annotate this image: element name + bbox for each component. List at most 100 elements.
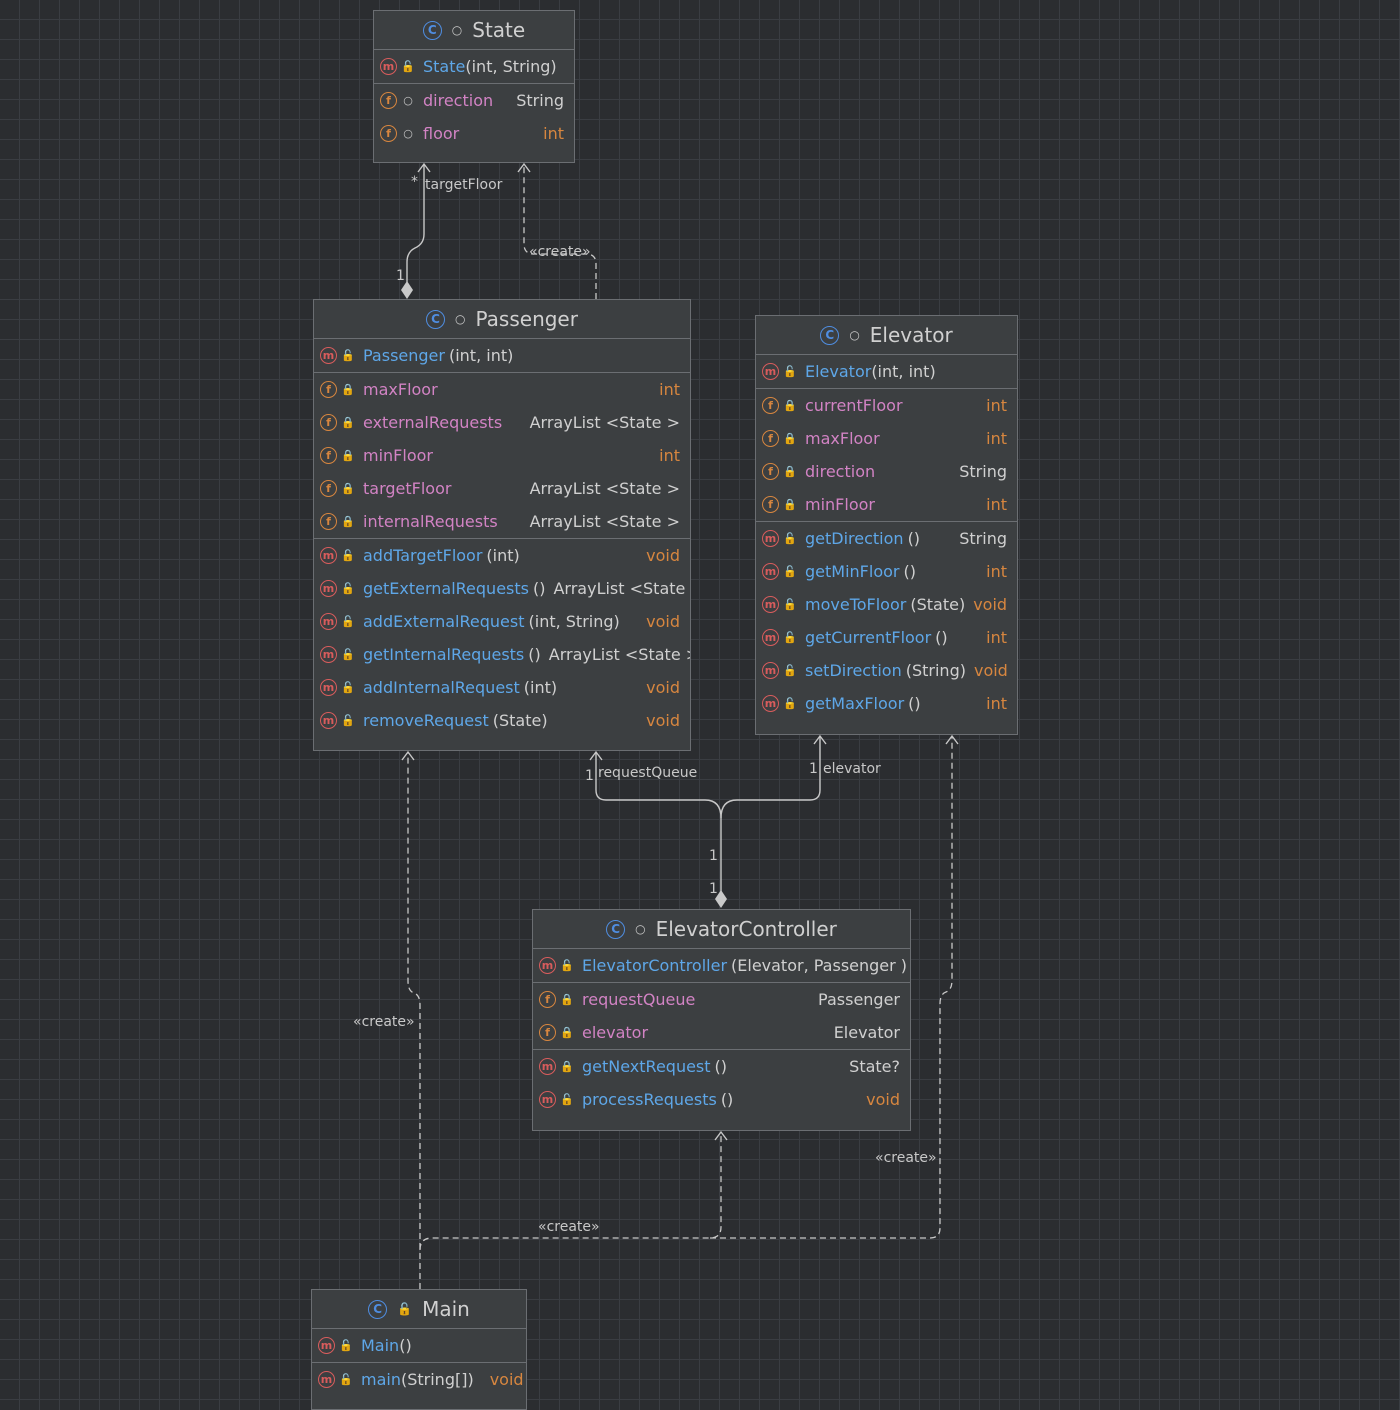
- field-name: floor: [423, 124, 460, 143]
- method-icon: m: [539, 1091, 556, 1108]
- private-lock-icon: 🔒: [783, 432, 797, 445]
- fields-section: f 🔒 currentFloor int f 🔒 maxFloor int f …: [756, 389, 1017, 522]
- method-params: (): [908, 694, 921, 713]
- create-label-main-controller: «create»: [538, 1219, 600, 1235]
- field-type: String: [516, 91, 564, 110]
- method-row[interactable]: m 🔓 setDirection (String) void: [756, 654, 1017, 687]
- constructor-name: ElevatorController: [582, 956, 728, 975]
- class-elevator-controller[interactable]: C ○ ElevatorController m 🔓 ElevatorContr…: [532, 909, 911, 1131]
- class-main[interactable]: C 🔓 Main m 🔓 Main () m 🔓 main (String[])…: [311, 1289, 527, 1410]
- class-elevator[interactable]: C ○ Elevator m 🔓 Elevator (int, int) f 🔒…: [755, 315, 1018, 735]
- package-visibility-icon: ○: [635, 922, 646, 936]
- dep-main-controller-create[interactable]: «create»: [419, 1130, 728, 1251]
- method-icon: m: [320, 679, 337, 696]
- method-params: (State): [492, 711, 548, 730]
- return-type: void: [489, 1370, 524, 1389]
- method-icon: m: [318, 1337, 335, 1354]
- method-row[interactable]: m 🔓 addExternalRequest (int, String) voi…: [314, 605, 690, 638]
- method-row[interactable]: m 🔓 addTargetFloor (int) void: [314, 539, 690, 572]
- method-row[interactable]: m 🔓 getMinFloor () int: [756, 555, 1017, 588]
- assoc-controller-passenger-elevator[interactable]: requestQueue 1 elevator 1 1 1: [585, 734, 881, 908]
- method-icon: m: [762, 695, 779, 712]
- assoc-passenger-state-targetfloor[interactable]: targetFloor * 1: [396, 162, 503, 299]
- method-row[interactable]: m 🔓 addInternalRequest (int) void: [314, 671, 690, 704]
- method-icon: m: [762, 629, 779, 646]
- fields-section: f 🔒 requestQueue Passenger f 🔒 elevator …: [533, 983, 910, 1050]
- field-icon: f: [762, 463, 779, 480]
- class-name: Passenger: [475, 307, 578, 331]
- field-icon: f: [762, 496, 779, 513]
- package-visibility-icon: ○: [849, 328, 860, 342]
- method-row[interactable]: m 🔓 getDirection () String: [756, 522, 1017, 555]
- return-type: void: [646, 678, 680, 697]
- dep-passenger-state-create[interactable]: «create»: [517, 162, 597, 299]
- constructor-row[interactable]: m 🔓 Elevator (int, int): [756, 355, 1017, 388]
- return-type: int: [986, 694, 1007, 713]
- method-name: removeRequest: [363, 711, 489, 730]
- class-name: Elevator: [869, 323, 953, 347]
- field-row[interactable]: f 🔒 direction String: [756, 455, 1017, 488]
- constructor-name: State: [423, 57, 466, 76]
- private-lock-icon: 🔒: [341, 383, 355, 396]
- package-visibility-icon: ○: [403, 94, 413, 107]
- method-row[interactable]: m 🔓 getCurrentFloor () int: [756, 621, 1017, 654]
- field-type: int: [986, 429, 1007, 448]
- mult-passenger-request: 1: [585, 768, 594, 784]
- method-row[interactable]: m 🔓 moveToFloor (State) void: [756, 588, 1017, 621]
- public-icon: 🔓: [783, 697, 797, 710]
- class-icon: C: [606, 919, 626, 939]
- class-state[interactable]: C ○ State m 🔓 State (int, String) f ○ di…: [373, 10, 575, 163]
- constructor-row[interactable]: m 🔓 Main (): [312, 1329, 526, 1362]
- field-icon: f: [320, 414, 337, 431]
- mult-passenger-one: 1: [396, 268, 405, 284]
- return-type: int: [986, 562, 1007, 581]
- field-row[interactable]: f ○ direction String: [374, 84, 574, 117]
- methods-section: m 🔓 getDirection () String m 🔓 getMinFlo…: [756, 522, 1017, 720]
- field-row[interactable]: f 🔒 externalRequests ArrayList <State >: [314, 406, 690, 439]
- method-params: (int, String): [528, 612, 620, 631]
- composition-diamond: [401, 281, 413, 299]
- method-row[interactable]: m 🔓 main (String[]) void: [312, 1363, 526, 1396]
- constructor-name: Passenger: [363, 346, 445, 365]
- method-name: moveToFloor: [805, 595, 907, 614]
- method-row[interactable]: m 🔓 getExternalRequests () ArrayList <St…: [314, 572, 690, 605]
- field-name: externalRequests: [363, 413, 503, 432]
- field-row[interactable]: f ○ floor int: [374, 117, 574, 150]
- method-row[interactable]: m 🔒 getNextRequest () State?: [533, 1050, 910, 1083]
- field-type: ArrayList <State >: [529, 512, 680, 531]
- class-passenger[interactable]: C ○ Passenger m 🔓 Passenger (int, int) f…: [313, 299, 691, 751]
- constructor-name: Elevator: [805, 362, 872, 381]
- fields-section: f ○ direction String f ○ floor int: [374, 84, 574, 150]
- constructors-section: m 🔓 Passenger (int, int): [314, 339, 690, 373]
- method-icon: m: [320, 613, 337, 630]
- dep-main-passenger-create[interactable]: «create»: [353, 750, 421, 1289]
- field-row[interactable]: f 🔒 minFloor int: [314, 439, 690, 472]
- mult-controller-1: 1: [709, 848, 718, 864]
- method-row[interactable]: m 🔓 processRequests () void: [533, 1083, 910, 1116]
- field-row[interactable]: f 🔒 requestQueue Passenger: [533, 983, 910, 1016]
- field-name: currentFloor: [805, 396, 903, 415]
- method-row[interactable]: m 🔓 getMaxFloor () int: [756, 687, 1017, 720]
- method-row[interactable]: m 🔓 removeRequest (State) void: [314, 704, 690, 737]
- field-row[interactable]: f 🔒 elevator Elevator: [533, 1016, 910, 1049]
- field-row[interactable]: f 🔒 maxFloor int: [314, 373, 690, 406]
- field-row[interactable]: f 🔒 currentFloor int: [756, 389, 1017, 422]
- field-type: ArrayList <State >: [529, 479, 680, 498]
- constructor-row[interactable]: m 🔓 Passenger (int, int): [314, 339, 690, 372]
- field-row[interactable]: f 🔒 targetFloor ArrayList <State >: [314, 472, 690, 505]
- role-elevator: elevator: [823, 761, 881, 777]
- constructor-row[interactable]: m 🔓 State (int, String): [374, 50, 574, 83]
- field-icon: f: [380, 125, 397, 142]
- field-row[interactable]: f 🔒 maxFloor int: [756, 422, 1017, 455]
- constructor-params: (): [399, 1336, 412, 1355]
- private-lock-icon: 🔒: [560, 993, 574, 1006]
- field-row[interactable]: f 🔒 minFloor int: [756, 488, 1017, 521]
- field-type: String: [959, 462, 1007, 481]
- constructor-row[interactable]: m 🔓 ElevatorController (Elevator, Passen…: [533, 949, 910, 982]
- field-icon: f: [320, 381, 337, 398]
- method-icon: m: [539, 1058, 556, 1075]
- field-row[interactable]: f 🔒 internalRequests ArrayList <State >: [314, 505, 690, 538]
- relationship-lines: targetFloor * 1 «create» requestQueue 1 …: [353, 162, 959, 1289]
- return-type: void: [646, 711, 680, 730]
- method-row[interactable]: m 🔓 getInternalRequests () ArrayList <St…: [314, 638, 690, 671]
